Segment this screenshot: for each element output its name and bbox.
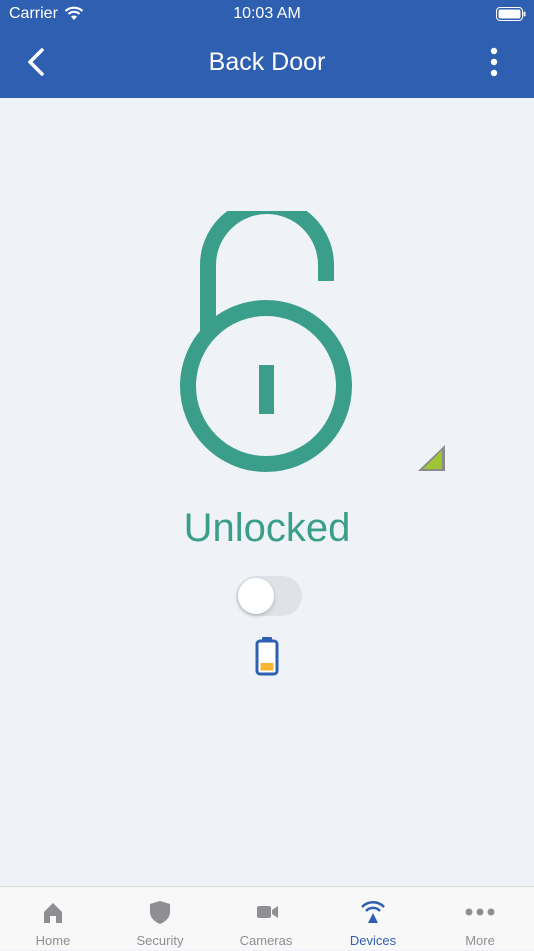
toggle-knob <box>238 578 274 614</box>
status-bar: Carrier 10:03 AM <box>0 0 534 28</box>
tab-bar: Home Security Cameras Devices More <box>0 886 534 950</box>
unlocked-padlock-icon[interactable] <box>174 211 360 479</box>
tab-label: Cameras <box>239 933 293 948</box>
tab-devices[interactable]: Devices <box>320 887 426 951</box>
app-header: Carrier 10:03 AM Back Door <box>0 0 534 98</box>
status-time: 10:03 AM <box>233 5 301 22</box>
tab-label: Devices <box>349 933 397 948</box>
tab-cameras[interactable]: Cameras <box>213 887 319 951</box>
lock-toggle[interactable] <box>236 576 302 616</box>
tab-home[interactable]: Home <box>0 887 106 951</box>
battery-status-icon <box>496 7 526 21</box>
tab-label: Security <box>136 933 184 948</box>
shield-icon <box>150 901 170 924</box>
camera-icon <box>257 906 278 918</box>
tab-label: Home <box>35 933 71 948</box>
signal-strength-icon <box>418 445 445 471</box>
lock-status-label: Unlocked <box>183 506 351 550</box>
more-icon <box>465 908 495 916</box>
battery-level-icon <box>255 637 279 676</box>
home-icon <box>44 903 62 923</box>
tab-more[interactable]: More <box>427 887 533 951</box>
page-title: Back Door <box>208 48 326 76</box>
devices-icon <box>361 900 385 923</box>
tab-label: More <box>465 933 495 948</box>
tab-security[interactable]: Security <box>107 887 213 951</box>
more-options-button[interactable] <box>482 46 506 78</box>
